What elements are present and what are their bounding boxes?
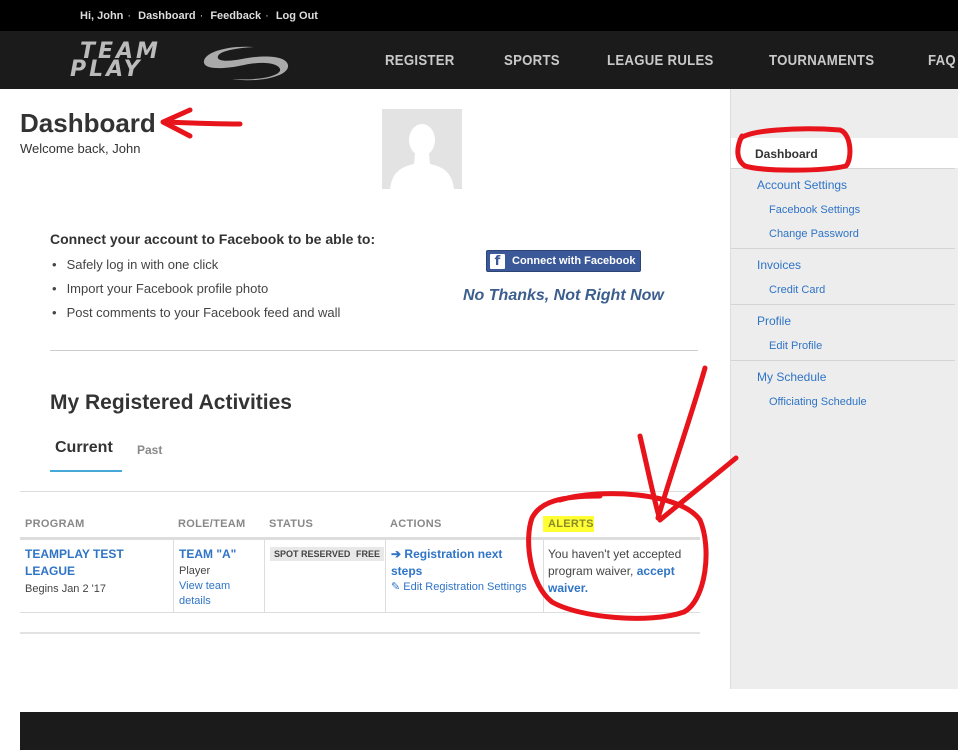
divider <box>731 248 955 249</box>
activities-title: My Registered Activities <box>50 391 292 414</box>
edit-icon: ✎ <box>391 581 401 593</box>
annotation-arrow-down-icon <box>637 365 739 523</box>
alert-text: You haven't yet accepted <box>548 547 682 561</box>
logo-word-play: PLAY <box>70 57 143 82</box>
tab-current-label: Current <box>55 439 113 456</box>
sidebar-item-credit-card[interactable]: Credit Card <box>769 284 825 296</box>
column-header-role-team: ROLE/TEAM <box>178 518 246 530</box>
edit-settings-label: Edit Registration Settings <box>403 581 527 593</box>
nav-register[interactable]: REGISTER <box>385 52 455 69</box>
next-steps-line: steps <box>391 564 423 578</box>
table-row: TEAMPLAY TEST LEAGUE Begins Jan 2 '17 <box>25 546 124 597</box>
alert-text: program waiver, <box>548 564 634 578</box>
annotation-arrow-left-icon <box>160 107 243 139</box>
page-title: Dashboard <box>20 108 156 138</box>
sidebar-item-change-password[interactable]: Change Password <box>769 228 859 240</box>
nav-sports[interactable]: SPORTS <box>504 52 560 69</box>
row-divider <box>20 612 700 613</box>
tab-past[interactable]: Past <box>137 443 162 457</box>
top-link-dashboard[interactable]: Dashboard <box>138 10 195 22</box>
sidebar-item-officiating-schedule[interactable]: Officiating Schedule <box>769 396 867 408</box>
program-name-line: TEAMPLAY TEST <box>25 547 124 561</box>
connect-facebook-label: Connect with Facebook <box>512 255 636 267</box>
column-header-actions: ACTIONS <box>390 518 442 530</box>
alert-cell: You haven't yet accepted program waiver,… <box>548 546 681 597</box>
column-separator <box>385 540 386 612</box>
sidebar-item-label: Dashboard <box>755 147 818 161</box>
tab-current[interactable]: Current <box>50 432 122 472</box>
edit-registration-settings-link[interactable]: ✎ Edit Registration Settings <box>391 580 531 595</box>
divider <box>731 168 955 169</box>
welcome-message: Welcome back, John <box>20 141 141 156</box>
main-nav: REGISTER SPORTS LEAGUE RULES TOURNAMENTS… <box>345 31 958 89</box>
role-text: Player <box>179 565 211 577</box>
view-team-line: details <box>179 595 211 607</box>
sidebar-item-profile[interactable]: Profile <box>757 314 791 328</box>
nav-faq[interactable]: FAQ <box>928 52 956 69</box>
user-silhouette-icon <box>390 124 454 189</box>
team-name-link[interactable]: TEAM "A" <box>179 546 236 563</box>
column-header-status: STATUS <box>269 518 314 530</box>
view-team-details-link[interactable]: View team details <box>179 579 236 609</box>
next-steps-line: Registration next <box>404 547 503 561</box>
facebook-benefits-list: Safely log in with one click Import your… <box>52 256 341 328</box>
facebook-connect-title: Connect your account to Facebook to be a… <box>50 231 376 247</box>
list-item: Post comments to your Facebook feed and … <box>52 304 341 328</box>
sidebar-item-facebook-settings[interactable]: Facebook Settings <box>769 204 860 216</box>
column-separator <box>264 540 265 612</box>
accept-waiver-word: waiver. <box>548 581 589 595</box>
arrow-right-icon: ➔ <box>391 547 402 561</box>
divider <box>731 360 955 361</box>
status-badge-reserved: SPOT RESERVED <box>270 547 355 561</box>
sidebar-item-invoices[interactable]: Invoices <box>757 258 801 272</box>
user-links: Hi, John · Dashboard · Feedback · Log Out <box>80 10 318 22</box>
divider <box>731 304 955 305</box>
greeting-text: Hi, John <box>80 10 124 22</box>
top-utility-bar: Hi, John · Dashboard · Feedback · Log Out <box>0 0 958 31</box>
footer <box>20 712 958 750</box>
main-navbar: TEAM PLAY REGISTER SPORTS LEAGUE RULES T… <box>0 31 958 89</box>
sidebar-item-my-schedule[interactable]: My Schedule <box>757 370 826 384</box>
top-link-feedback[interactable]: Feedback <box>210 10 261 22</box>
column-header-program: PROGRAM <box>25 518 85 530</box>
sidebar-item-edit-profile[interactable]: Edit Profile <box>769 340 822 352</box>
program-name-link[interactable]: TEAMPLAY TEST LEAGUE <box>25 546 124 580</box>
table-bottom-line <box>20 632 700 634</box>
teamplay-logo[interactable]: TEAM PLAY <box>68 41 298 83</box>
status-badge-free: FREE <box>352 547 385 561</box>
avatar[interactable] <box>382 109 462 189</box>
divider <box>20 491 698 492</box>
registration-next-steps-link[interactable]: ➔ Registration next steps <box>391 546 541 580</box>
program-name-line: LEAGUE <box>25 564 76 578</box>
column-separator <box>173 540 174 612</box>
sidebar-item-account-settings[interactable]: Account Settings <box>757 178 847 192</box>
list-item: Import your Facebook profile photo <box>52 280 340 304</box>
column-header-alerts: ALERTS <box>548 518 594 530</box>
sidebar-item-dashboard[interactable]: Dashboard <box>731 138 958 168</box>
list-item: Safely log in with one click <box>52 256 340 280</box>
top-link-logout[interactable]: Log Out <box>276 10 318 22</box>
program-begins: Begins Jan 2 '17 <box>25 583 106 595</box>
column-separator <box>543 540 544 612</box>
view-team-line: View team <box>179 580 231 592</box>
actions-cell: ➔ Registration next steps ✎ Edit Registr… <box>391 546 541 595</box>
role-team-cell: TEAM "A" Player View team details <box>179 546 236 609</box>
table-header-line <box>20 537 700 540</box>
connect-facebook-button[interactable]: f Connect with Facebook <box>486 250 641 272</box>
no-thanks-link[interactable]: No Thanks, Not Right Now <box>463 287 664 305</box>
divider <box>50 350 698 351</box>
logo-swoosh-icon <box>203 46 289 81</box>
accept-waiver-word: accept <box>636 564 675 578</box>
nav-league-rules[interactable]: LEAGUE RULES <box>607 52 714 69</box>
facebook-icon: f <box>490 254 505 269</box>
nav-tournaments[interactable]: TOURNAMENTS <box>769 52 874 69</box>
sidebar: Dashboard Account Settings Facebook Sett… <box>730 89 958 689</box>
